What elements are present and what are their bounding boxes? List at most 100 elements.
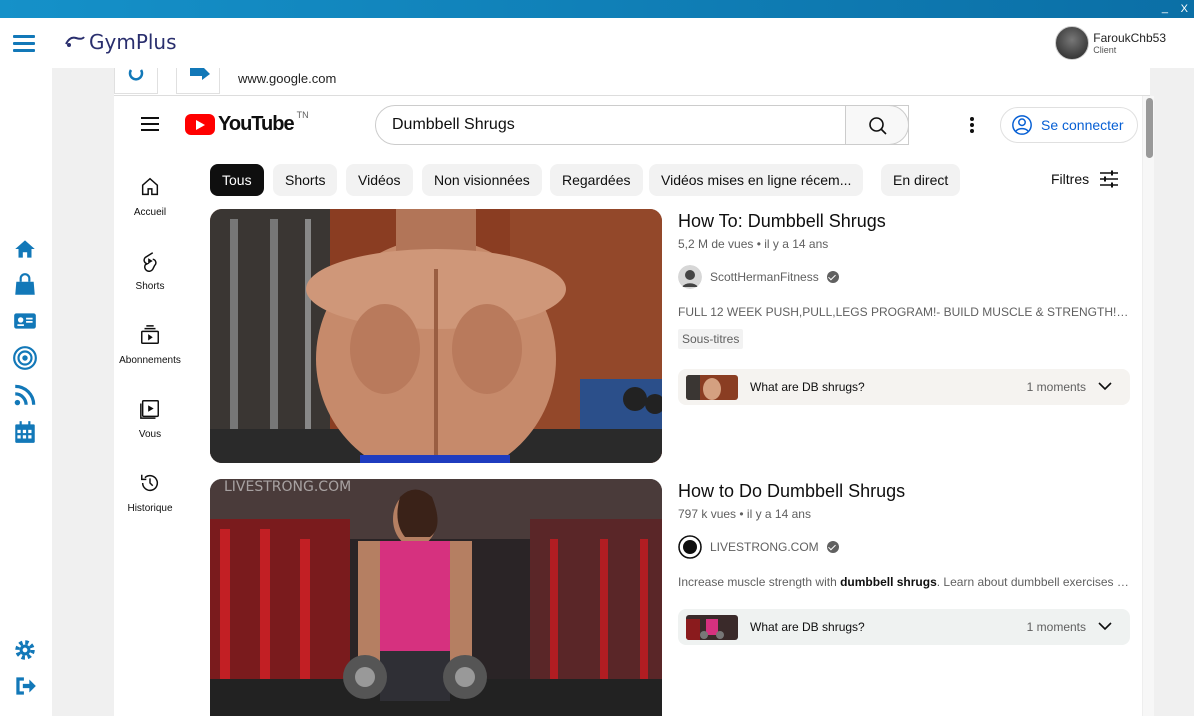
calendar-icon[interactable] [12,419,38,445]
search-icon [869,117,887,135]
verified-icon [826,541,839,553]
app-name: GymPlus [89,30,177,54]
video-description: Increase muscle strength with dumbbell s… [678,575,1130,589]
video-result[interactable]: LIVESTRONG.COM How to Do Dumbbell Shrugs… [210,479,1130,716]
subtitles-badge: Sous-titres [678,329,744,349]
youtube-page: YouTube TN Dumbbell Shrugs Se connecter … [114,96,1154,716]
video-thumbnail-image: LIVESTRONG.COM [210,479,662,716]
filters-label: Filtres [1051,171,1090,187]
more-options-icon[interactable] [969,116,975,134]
go-arrow-icon [190,68,210,80]
sliders-icon [1100,170,1119,188]
user-name: FaroukChb53 [1093,30,1166,45]
search-button[interactable] [845,105,909,145]
sidebar-item-label: Historique [127,503,173,514]
subscriptions-icon [141,325,159,344]
channel-name: ScottHermanFitness [710,270,819,284]
id-card-icon[interactable] [12,308,38,334]
sidebar-item-label: Vous [138,429,162,440]
video-title[interactable]: How To: Dumbbell Shrugs [678,211,886,232]
account-icon [1012,115,1032,135]
browser-go-button[interactable] [176,68,220,94]
sidebar-item-history[interactable]: Historique [114,472,186,516]
description-text: . Learn about dumbbell exercises in... [936,575,1130,589]
moment-thumbnail [686,375,738,400]
moment-count: 1 moments [1026,380,1086,394]
country-code: TN [296,109,309,120]
target-icon[interactable] [12,345,38,371]
menu-icon[interactable] [13,35,35,53]
yt-menu-icon[interactable] [141,117,159,131]
youtube-wordmark: YouTube [218,113,295,135]
close-button[interactable]: X [1181,3,1188,15]
search-value: Dumbbell Shrugs [392,116,515,133]
refresh-icon [128,69,144,81]
user-profile[interactable]: FaroukChb53 Client [1055,26,1166,60]
sidebar-item-home[interactable]: Accueil [114,176,186,220]
home-icon[interactable] [12,236,38,262]
dumbbell-logo-icon [65,36,85,47]
chevron-down-icon[interactable] [1098,381,1112,391]
chevron-down-icon[interactable] [1098,621,1112,631]
logout-icon[interactable] [12,673,38,699]
sign-in-label: Se connecter [1041,117,1124,133]
sidebar-item-subscriptions[interactable]: Abonnements [114,324,186,368]
sign-in-button[interactable]: Se connecter [1000,107,1138,143]
filters-button[interactable]: Filtres [1051,170,1119,188]
sidebar-item-shorts[interactable]: Shorts [114,250,186,294]
chip-recently-uploaded[interactable]: Vidéos mises en ligne récem... [649,164,864,196]
avatar[interactable] [1055,26,1090,60]
video-thumbnail[interactable] [210,209,662,463]
chip-shorts[interactable]: Shorts [273,164,338,196]
moment-label: What are DB shrugs? [750,620,865,634]
moment-count: 1 moments [1026,620,1086,634]
scrollbar-thumb[interactable] [1146,98,1153,158]
shop-bag-icon[interactable] [12,272,38,298]
video-thumbnail-image [210,209,662,463]
verified-icon [826,271,839,283]
video-watermark: LIVESTRONG.COM [224,479,351,495]
sidebar-item-you[interactable]: Vous [114,398,186,442]
video-meta: 5,2 M de vues • il y a 14 ans [678,237,829,251]
settings-gear-icon[interactable] [12,637,38,663]
video-result[interactable]: How To: Dumbbell Shrugs 5,2 M de vues • … [210,209,1130,469]
channel-name: LIVESTRONG.COM [710,540,819,554]
youtube-play-icon [185,114,215,135]
search-input[interactable]: Dumbbell Shrugs [375,105,909,145]
moment-thumbnail [686,615,738,640]
youtube-logo[interactable]: YouTube TN [185,109,309,136]
description-text: Increase muscle strength with [678,575,841,589]
video-title[interactable]: How to Do Dumbbell Shrugs [678,481,905,502]
chip-watched[interactable]: Regardées [550,164,643,196]
channel-link[interactable]: ScottHermanFitness [678,265,839,289]
window-titlebar: _ X [0,0,1194,18]
app-header: GymPlus FaroukChb53 Client [0,18,1194,68]
video-meta: 797 k vues • il y a 14 ans [678,507,811,521]
key-moments[interactable]: What are DB shrugs? 1 moments [678,609,1130,645]
video-thumbnail[interactable]: LIVESTRONG.COM [210,479,662,716]
video-description: FULL 12 WEEK PUSH,PULL,LEGS PROGRAM!- BU… [678,305,1130,319]
url-bar[interactable]: www.google.com [238,71,336,86]
scrollbar[interactable] [1142,96,1154,716]
user-role: Client [1093,44,1117,55]
chip-all[interactable]: Tous [210,164,264,196]
sidebar-item-label: Abonnements [119,355,181,366]
channel-avatar [678,265,702,289]
chip-videos[interactable]: Vidéos [346,164,413,196]
channel-avatar [678,535,702,559]
feed-icon[interactable] [12,382,38,408]
app-sidebar [0,68,52,716]
description-highlight: dumbbell shrugs [840,575,937,589]
home-icon [141,177,159,196]
library-icon [140,400,159,419]
history-icon [141,474,159,492]
chip-unwatched[interactable]: Non visionnées [422,164,542,196]
channel-link[interactable]: LIVESTRONG.COM [678,535,839,559]
chip-live[interactable]: En direct [881,164,961,196]
key-moments[interactable]: What are DB shrugs? 1 moments [678,369,1130,405]
shorts-icon [143,252,157,272]
app-logo: GymPlus [64,30,177,54]
sidebar-item-label: Shorts [135,281,165,292]
minimize-button[interactable]: _ [1162,2,1168,14]
browser-back-button[interactable] [114,68,158,94]
